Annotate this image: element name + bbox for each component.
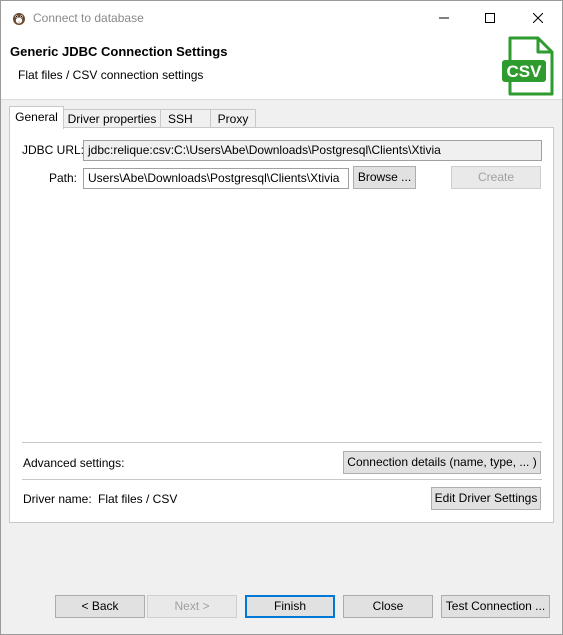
maximize-icon — [485, 13, 495, 23]
header-divider — [1, 99, 562, 100]
jdbc-url-label: JDBC URL: — [22, 143, 85, 157]
create-button[interactable]: Create — [451, 166, 541, 189]
tab-driver-properties[interactable]: Driver properties — [63, 109, 161, 127]
tab-proxy[interactable]: Proxy — [210, 109, 256, 127]
path-label: Path: — [49, 171, 78, 185]
title-bar[interactable]: Connect to database — [1, 1, 562, 35]
driver-name-value: Flat files / CSV — [98, 492, 178, 506]
close-window-button[interactable] — [515, 1, 561, 35]
window-title: Connect to database — [33, 11, 144, 25]
driver-name-label: Driver name: — [23, 492, 92, 506]
connect-dialog: Connect to database Generic JDBC Connect… — [0, 0, 563, 635]
dbeaver-beaver-icon — [13, 13, 25, 25]
tab-general[interactable]: General — [9, 106, 64, 129]
general-tab-panel: JDBC URL: jdbc:relique:csv:C:\Users\Abe\… — [9, 127, 554, 523]
advanced-separator — [22, 442, 542, 443]
next-button[interactable]: Next > — [147, 595, 237, 618]
jdbc-url-field[interactable]: jdbc:relique:csv:C:\Users\Abe\Downloads\… — [83, 140, 542, 161]
driver-separator — [22, 479, 542, 480]
minimize-icon — [439, 17, 449, 19]
dialog-header: Generic JDBC Connection Settings Flat fi… — [1, 35, 562, 99]
close-button[interactable]: Close — [343, 595, 433, 618]
csv-file-icon: CSV — [502, 36, 554, 96]
page-title: Generic JDBC Connection Settings — [10, 44, 228, 59]
csv-logo-text: CSV — [507, 62, 543, 81]
tab-ssh[interactable]: SSH — [160, 109, 211, 127]
minimize-button[interactable] — [421, 1, 467, 35]
back-button[interactable]: < Back — [55, 595, 145, 618]
maximize-button[interactable] — [467, 1, 513, 35]
test-connection-button[interactable]: Test Connection ... — [441, 595, 550, 618]
connection-details-button[interactable]: Connection details (name, type, ... ) — [343, 451, 541, 474]
path-input[interactable]: Users\Abe\Downloads\Postgresql\Clients\X… — [83, 168, 349, 189]
finish-button[interactable]: Finish — [245, 595, 335, 618]
page-subtitle: Flat files / CSV connection settings — [18, 68, 204, 82]
browse-button[interactable]: Browse ... — [353, 166, 416, 189]
close-icon — [533, 13, 543, 23]
advanced-settings-label: Advanced settings: — [23, 456, 125, 470]
edit-driver-settings-button[interactable]: Edit Driver Settings — [431, 487, 541, 510]
